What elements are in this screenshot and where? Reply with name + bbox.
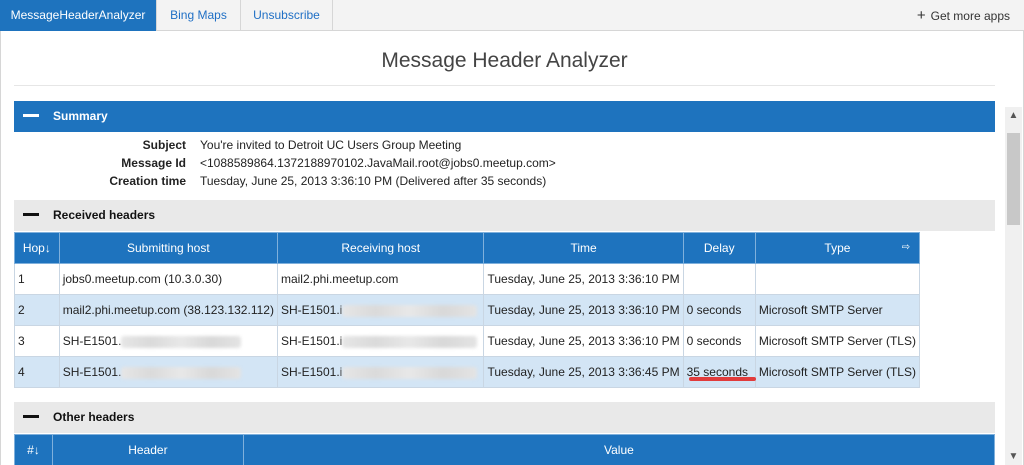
plus-icon: + [916,7,926,24]
hop-cell: 3 [14,325,60,357]
other-headers-section-header[interactable]: Other headers [14,402,995,433]
summary-key: Message Id [121,156,186,170]
summary-value: Tuesday, June 25, 2013 3:36:10 PM (Deliv… [200,174,547,188]
delay-cell [682,263,756,295]
redacted-text [342,304,478,317]
time-cell: Tuesday, June 25, 2013 3:36:10 PM [483,294,684,326]
received-headers-section-header[interactable]: Received headers [14,200,995,231]
column-header-time[interactable]: Time [483,232,684,264]
other-headers-table: #↓ Header Value [14,434,996,465]
receiving-host-text: SH-E1501.i [280,365,343,379]
app-tab-bar: MessageHeaderAnalyzer Bing Maps Unsubscr… [0,0,1024,31]
redacted-text [342,335,478,348]
summary-row-creation-time: Creation time Tuesday, June 25, 2013 3:36… [14,172,714,190]
receiving-host-cell: SH-E1501.i [276,294,485,326]
received-header-label: Received headers [53,208,156,222]
title-divider [14,85,995,86]
scrollbar-thumb[interactable] [1007,133,1020,225]
submitting-host-text: SH-E1501. [62,365,122,379]
column-header-number[interactable]: #↓ [14,434,53,465]
highlight-underline [689,377,756,381]
submitting-host-text: SH-E1501. [62,334,122,348]
redacted-text [121,335,242,348]
summary-section-header[interactable]: Summary [14,101,995,132]
summary-header-label: Summary [53,109,108,123]
column-header-hop[interactable]: Hop↓ [14,232,60,264]
receiving-host-text: SH-E1501.i [280,303,343,317]
column-header-receiving-host[interactable]: Receiving host [276,232,485,264]
summary-details: Subject You're invited to Detroit UC User… [14,136,714,190]
type-cell: Microsoft SMTP Server [754,294,921,326]
submitting-host-cell: jobs0.meetup.com (10.3.0.30) [58,263,278,295]
table-row[interactable]: 1 jobs0.meetup.com (10.3.0.30) mail2.phi… [14,263,921,295]
tab-unsubscribe[interactable]: Unsubscribe [241,0,333,31]
tab-message-header-analyzer[interactable]: MessageHeaderAnalyzer [0,0,157,31]
type-cell: Microsoft SMTP Server (TLS) [754,325,921,357]
get-more-apps-label: Get more apps [930,9,1010,23]
table-row[interactable]: 2 mail2.phi.meetup.com (38.123.132.112) … [14,294,921,326]
tab-bing-maps[interactable]: Bing Maps [157,0,241,31]
collapse-icon [23,114,39,118]
receiving-host-cell: SH-E1501.i [276,325,485,357]
table-header-row: Hop↓ Submitting host Receiving host Time… [14,232,921,264]
hop-cell: 1 [14,263,60,295]
redacted-text [121,366,242,379]
receiving-host-text: SH-E1501.i [280,334,343,348]
receiving-host-cell: mail2.phi.meetup.com [276,263,485,295]
summary-row-subject: Subject You're invited to Detroit UC User… [14,136,714,154]
type-cell [754,263,921,295]
hop-cell: 4 [14,356,60,388]
time-cell: Tuesday, June 25, 2013 3:36:10 PM [483,263,684,295]
redacted-text [342,366,478,379]
submitting-host-cell: mail2.phi.meetup.com (38.123.132.112) [58,294,278,326]
summary-value: You're invited to Detroit UC Users Group… [200,138,462,152]
page-title: Message Header Analyzer [381,49,628,72]
summary-key: Subject [142,138,186,152]
type-cell: Microsoft SMTP Server (TLS) [754,356,921,388]
receiving-host-cell: SH-E1501.i [276,356,485,388]
column-header-type-label: Type [824,241,851,255]
summary-key: Creation time [109,174,186,188]
time-cell: Tuesday, June 25, 2013 3:36:45 PM [483,356,684,388]
submitting-host-cell: SH-E1501. [58,325,278,357]
column-header-value[interactable]: Value [242,434,996,465]
delay-cell: 0 seconds [682,294,756,326]
scroll-down-icon[interactable]: ▼ [1005,448,1022,465]
submitting-host-cell: SH-E1501. [58,356,278,388]
delay-cell: 35 seconds [682,356,756,388]
table-row[interactable]: 3 SH-E1501. SH-E1501.i Tuesday, June 25,… [14,325,921,357]
collapse-icon [23,415,39,419]
hop-cell: 2 [14,294,60,326]
column-header-header[interactable]: Header [51,434,244,465]
collapse-icon [23,213,39,217]
time-cell: Tuesday, June 25, 2013 3:36:10 PM [483,325,684,357]
column-header-delay[interactable]: Delay [682,232,756,264]
column-header-submitting-host[interactable]: Submitting host [58,232,278,264]
other-header-label: Other headers [53,410,135,424]
received-headers-table: Hop↓ Submitting host Receiving host Time… [14,232,921,388]
summary-row-message-id: Message Id <1088589864.1372188970102.Java… [14,154,714,172]
summary-value: <1088589864.1372188970102.JavaMail.root@… [200,156,556,170]
vertical-scrollbar[interactable]: ▲ ▼ [1005,107,1022,465]
get-more-apps-link[interactable]: + Get more apps [917,0,1010,31]
column-header-type[interactable]: Type ⇨ [754,232,921,264]
arrow-right-icon[interactable]: ⇨ [902,242,910,253]
delay-cell: 0 seconds [682,325,756,357]
table-row[interactable]: 4 SH-E1501. SH-E1501.i Tuesday, June 25,… [14,356,921,388]
table-header-row: #↓ Header Value [14,434,996,465]
scroll-up-icon[interactable]: ▲ [1005,107,1022,124]
